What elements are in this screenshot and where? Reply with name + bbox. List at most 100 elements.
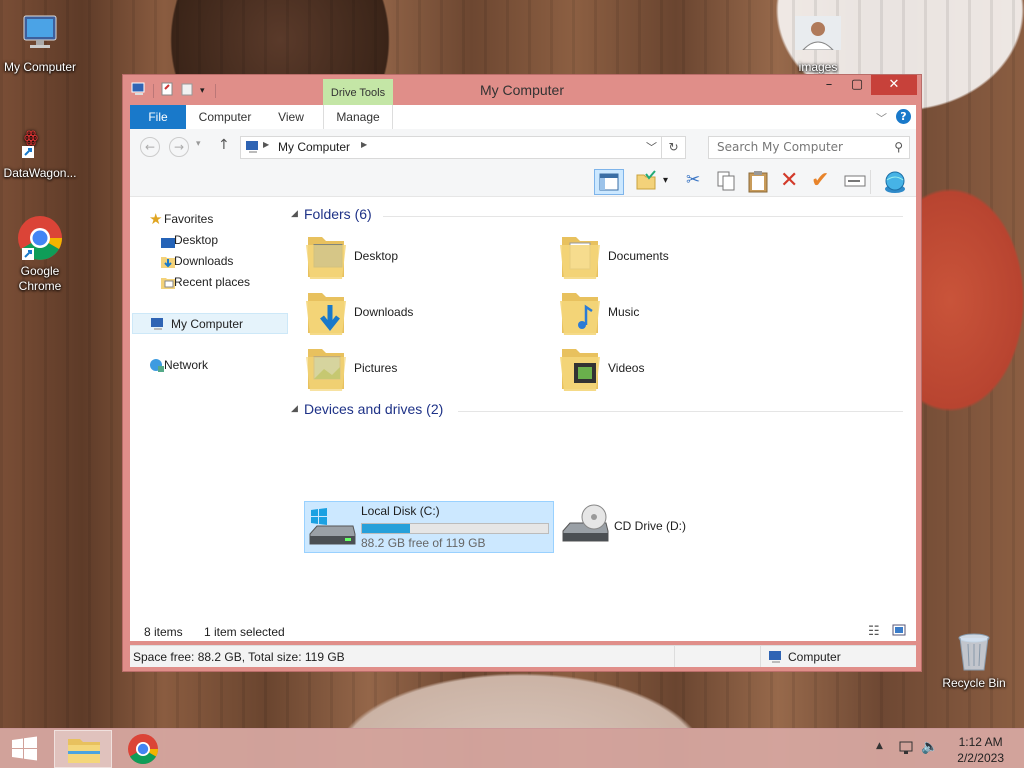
forward-button[interactable]: →: [169, 137, 189, 157]
chrome-icon: [16, 214, 64, 262]
collapse-group-icon[interactable]: ◢: [291, 404, 298, 414]
svg-text:ꙮ: ꙮ: [24, 127, 38, 146]
clock[interactable]: 1:12 AM 2/2/2023: [957, 734, 1004, 766]
tab-view[interactable]: View: [266, 105, 316, 129]
cd-drive-icon: [560, 504, 610, 552]
network-globe-icon[interactable]: [882, 169, 908, 198]
address-bar[interactable]: ▶ My Computer ▶ ﹀: [240, 136, 662, 159]
taskbar-file-explorer[interactable]: [54, 730, 112, 768]
refresh-button[interactable]: ↻: [662, 136, 686, 159]
cut-icon[interactable]: ✂: [686, 170, 700, 190]
large-icons-view-icon[interactable]: [892, 624, 906, 639]
folder-videos[interactable]: Videos: [558, 343, 788, 393]
details-view-icon[interactable]: ☷: [868, 624, 880, 639]
breadcrumb-chevron-icon[interactable]: ▶: [263, 140, 269, 149]
group-header-folders[interactable]: Folders (6): [304, 206, 372, 222]
back-button[interactable]: ←: [140, 137, 160, 157]
computer-small-icon: [245, 140, 261, 157]
drive-local-disk-c[interactable]: Local Disk (C:) 88.2 GB free of 119 GB: [304, 501, 554, 553]
breadcrumb-location[interactable]: My Computer: [278, 140, 350, 154]
nav-network-label: Network: [164, 358, 209, 372]
nav-item-label: Downloads: [174, 254, 234, 268]
search-input[interactable]: Search My Computer ⚲: [708, 136, 910, 159]
nav-favorites[interactable]: ★ Favorites: [130, 209, 288, 230]
drive-usage-fill: [362, 524, 411, 533]
nav-favorite-downloads[interactable]: Downloads: [130, 251, 288, 272]
network-tray-icon[interactable]: [898, 740, 914, 759]
desktop-icon-label: images: [798, 60, 838, 74]
expand-ribbon-icon[interactable]: ﹀: [876, 110, 887, 126]
maximize-button[interactable]: ▢: [843, 75, 871, 95]
ribbon-tabs: File Computer View Manage ﹀ ?: [130, 105, 916, 129]
windows-logo-icon: [12, 736, 37, 761]
content-pane: ◢ Folders (6) Desktop Documents Download…: [288, 197, 916, 615]
desktop-icon-images[interactable]: images: [778, 16, 858, 75]
address-dropdown-icon[interactable]: ﹀: [646, 139, 657, 155]
desktop-icon-recycle-bin[interactable]: Recycle Bin: [934, 630, 1014, 691]
nav-network[interactable]: Network: [130, 355, 288, 376]
check-icon[interactable]: ✔: [811, 168, 829, 193]
tab-computer[interactable]: Computer: [190, 105, 260, 129]
desktop-icon-google-chrome[interactable]: Google Chrome: [0, 214, 80, 294]
breadcrumb-chevron-icon[interactable]: ▶: [361, 140, 367, 149]
taskbar: ▲ 🔈 1:12 AM 2/2/2023: [0, 728, 1024, 768]
volume-icon[interactable]: 🔈: [921, 739, 938, 755]
file-explorer-icon: [68, 739, 100, 763]
close-button[interactable]: ✕: [871, 75, 917, 95]
image-thumbnail-icon: [795, 16, 841, 51]
recent-locations-dropdown-icon[interactable]: ▾: [196, 139, 201, 149]
paste-icon[interactable]: [747, 169, 769, 196]
taskbar-google-chrome[interactable]: [114, 730, 172, 768]
up-button[interactable]: ↑: [218, 137, 230, 153]
drive-cd-d[interactable]: CD Drive (D:): [560, 503, 790, 553]
music-folder-icon: [558, 293, 602, 340]
preview-pane-button[interactable]: [594, 169, 624, 195]
star-icon: ★: [149, 211, 163, 228]
start-button[interactable]: [0, 730, 50, 768]
navigation-pane: ★ Favorites Desktop Downloads Recent pla…: [130, 197, 288, 615]
windows-drive-icon: [307, 506, 357, 555]
show-hidden-icons-button[interactable]: ▲: [876, 741, 883, 751]
desktop-folder-icon: [304, 237, 348, 284]
folder-label: Music: [608, 305, 640, 319]
nav-favorite-desktop[interactable]: Desktop: [130, 230, 288, 251]
title-bar[interactable]: ▾ Drive Tools My Computer – ▢ ✕: [123, 75, 921, 107]
folder-music[interactable]: Music: [558, 287, 788, 337]
tab-file[interactable]: File: [130, 105, 186, 129]
nav-my-computer-label: My Computer: [171, 317, 244, 331]
desktop-icon-datawagon[interactable]: ꙮ DataWagon...: [0, 116, 80, 181]
minimize-button[interactable]: –: [815, 75, 843, 95]
drive-usage-bar: [361, 523, 549, 534]
delete-icon[interactable]: ✕: [780, 168, 798, 193]
chrome-icon: [128, 734, 158, 765]
datawagon-shortcut-icon: ꙮ: [16, 116, 64, 164]
search-icon[interactable]: ⚲: [894, 137, 903, 158]
selection-count: 1 item selected: [204, 625, 285, 639]
folder-desktop[interactable]: Desktop: [304, 231, 534, 281]
collapse-group-icon[interactable]: ◢: [291, 209, 298, 219]
folder-documents[interactable]: Documents: [558, 231, 788, 281]
documents-folder-icon: [558, 237, 602, 284]
rename-icon[interactable]: [844, 173, 866, 192]
desktop-icon-my-computer[interactable]: My Computer: [0, 10, 80, 75]
computer-small-icon: [150, 317, 166, 338]
recycle-bin-icon: [950, 630, 998, 674]
tab-manage[interactable]: Manage: [323, 105, 393, 129]
folder-pictures[interactable]: Pictures: [304, 343, 534, 393]
space-info: Space free: 88.2 GB, Total size: 119 GB: [133, 650, 345, 664]
desktop-icon-label: My Computer: [3, 60, 77, 74]
folder-options-icon[interactable]: [635, 170, 657, 195]
folder-options-dropdown-icon[interactable]: ▾: [663, 175, 668, 186]
group-header-devices[interactable]: Devices and drives (2): [304, 401, 443, 417]
computer-small-icon: [768, 650, 784, 667]
videos-folder-icon: [558, 349, 602, 396]
search-placeholder: Search My Computer: [717, 140, 843, 154]
window-title: My Computer: [479, 82, 565, 98]
folder-downloads[interactable]: Downloads: [304, 287, 534, 337]
nav-my-computer[interactable]: My Computer: [132, 313, 288, 334]
copy-icon[interactable]: [716, 170, 736, 195]
help-icon[interactable]: ?: [896, 109, 911, 124]
explorer-window[interactable]: ▾ Drive Tools My Computer – ▢ ✕ File Com…: [122, 74, 922, 672]
nav-favorite-recent-places[interactable]: Recent places: [130, 272, 288, 293]
details-bar: Space free: 88.2 GB, Total size: 119 GB …: [130, 645, 916, 667]
